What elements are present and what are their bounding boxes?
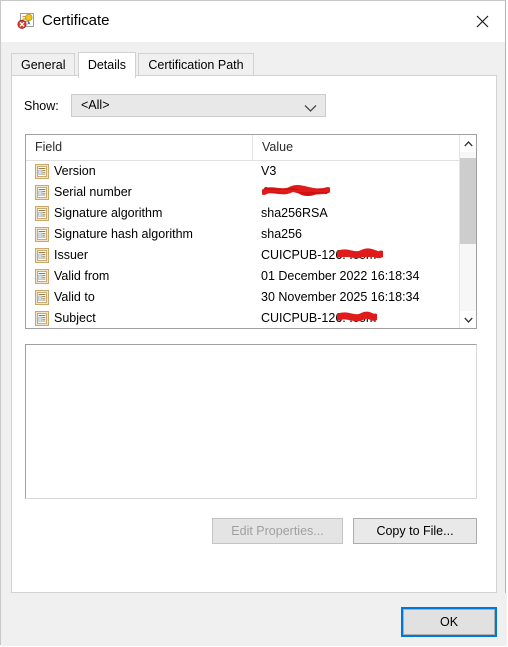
table-row[interactable]: Valid to 30 November 2025 16:18:34: [26, 287, 460, 308]
certificate-field-list[interactable]: Field Value Version V3 Serial number Sig…: [25, 134, 477, 329]
certificate-field-icon: [35, 185, 49, 200]
show-label: Show:: [24, 99, 59, 113]
field-name: Version: [54, 164, 96, 178]
table-row[interactable]: Version V3: [26, 161, 460, 182]
field-value: CUICPUB-126. .com: [261, 248, 377, 262]
certificate-field-icon: [35, 248, 49, 263]
table-row[interactable]: Signature algorithm sha256RSA: [26, 203, 460, 224]
table-row[interactable]: Valid from 01 December 2022 16:18:34: [26, 266, 460, 287]
field-value: 01 December 2022 16:18:34: [261, 269, 420, 283]
ok-button[interactable]: OK: [401, 607, 497, 637]
field-name: Valid to: [54, 290, 95, 304]
field-value: CUICPUB-126. .com: [261, 311, 377, 325]
chevron-down-icon: [304, 102, 317, 116]
field-name: Issuer: [54, 248, 89, 262]
field-value: V3: [261, 164, 277, 178]
tab-general[interactable]: General: [11, 53, 76, 76]
table-row[interactable]: Issuer CUICPUB-126. .com: [26, 245, 460, 266]
tab-strip: General Details Certification Path: [11, 52, 254, 78]
field-value: sha256RSA: [261, 206, 328, 220]
window-title: Certificate: [42, 12, 110, 29]
certificate-field-icon: [35, 311, 49, 326]
certificate-field-icon: [35, 269, 49, 284]
table-row[interactable]: Signature hash algorithm sha256: [26, 224, 460, 245]
field-value: 30 November 2025 16:18:34: [261, 290, 420, 304]
show-filter-dropdown[interactable]: <All>: [71, 94, 326, 117]
field-name: Serial number: [54, 185, 132, 199]
field-detail-textarea[interactable]: [25, 344, 477, 499]
column-header-value[interactable]: Value: [252, 135, 460, 160]
title-bar: Certificate: [1, 1, 505, 42]
scroll-up-icon[interactable]: [460, 135, 476, 152]
tab-details[interactable]: Details: [77, 52, 137, 78]
field-value: sha256: [261, 227, 303, 241]
list-scrollbar[interactable]: [459, 135, 476, 328]
list-header-row: Field Value: [26, 135, 476, 161]
tab-certification-path[interactable]: Certification Path: [138, 53, 254, 76]
scrollbar-track[interactable]: [460, 152, 476, 311]
certificate-dialog: Certificate General Details Certificatio…: [0, 0, 507, 646]
dialog-footer: OK: [1, 593, 507, 646]
field-name: Subject: [54, 311, 96, 325]
field-name: Signature algorithm: [54, 206, 163, 220]
table-row[interactable]: Subject CUICPUB-126. .com: [26, 308, 460, 328]
field-name: Valid from: [54, 269, 110, 283]
scrollbar-thumb[interactable]: [460, 158, 476, 244]
certificate-field-icon: [35, 227, 49, 242]
show-filter-value: <All>: [81, 98, 110, 112]
certificate-field-icon: [35, 206, 49, 221]
list-body: Version V3 Serial number Signature algor…: [26, 161, 460, 328]
scroll-down-icon[interactable]: [460, 311, 476, 328]
column-header-field[interactable]: Field: [26, 135, 252, 160]
copy-to-file-button[interactable]: Copy to File...: [353, 518, 477, 544]
close-icon[interactable]: [460, 1, 505, 42]
redaction-mark: [261, 183, 331, 199]
certificate-error-icon: [16, 11, 36, 31]
details-tab-panel: Show: <All> Field Value Version V3 Seria…: [11, 75, 497, 593]
edit-properties-button[interactable]: Edit Properties...: [212, 518, 343, 544]
table-row[interactable]: Serial number: [26, 182, 460, 203]
certificate-field-icon: [35, 164, 49, 179]
certificate-field-icon: [35, 290, 49, 305]
field-name: Signature hash algorithm: [54, 227, 193, 241]
